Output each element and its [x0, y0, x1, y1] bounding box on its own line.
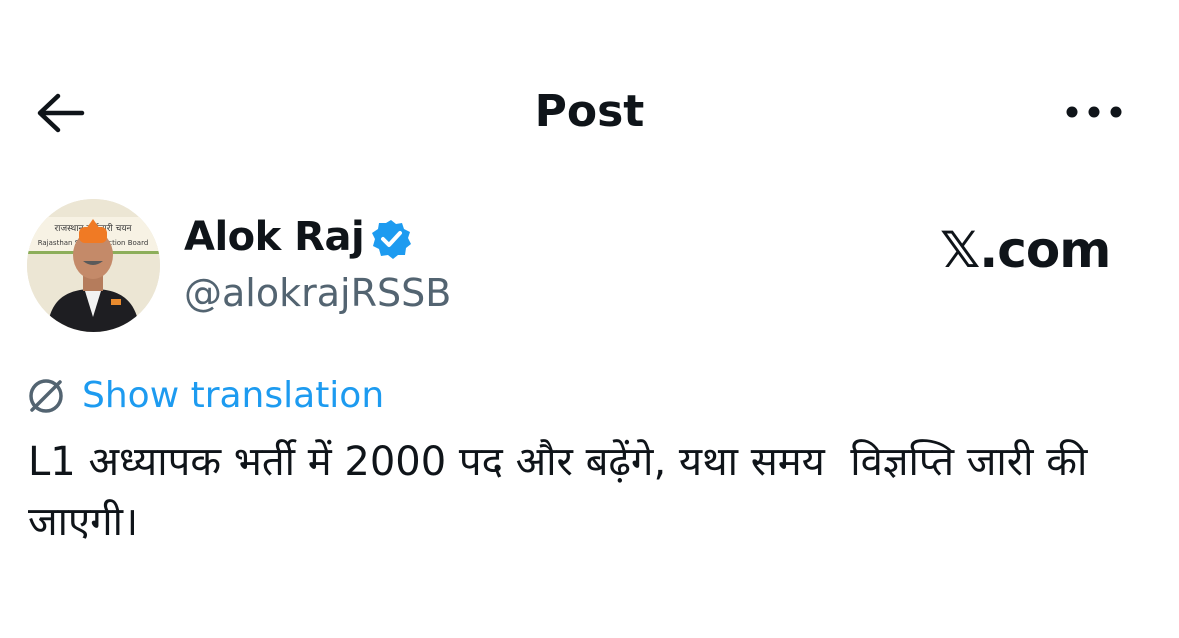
- globe-slash-icon: [24, 374, 68, 418]
- page-title: Post: [534, 86, 645, 137]
- verified-badge-icon: [372, 220, 411, 259]
- avatar[interactable]: राजस्थान कर्मचारी चयन Rajasthan Staff Se…: [27, 199, 160, 332]
- more-options-button[interactable]: [1058, 88, 1130, 136]
- show-translation-button[interactable]: Show translation: [24, 370, 384, 422]
- author-display-name[interactable]: Alok Raj: [184, 210, 365, 264]
- post-body-text: L1 अध्यापक भर्ती में 2000 पद और बढ़ेंगे,…: [28, 439, 1101, 545]
- back-button[interactable]: [28, 85, 92, 141]
- author-handle[interactable]: @alokrajRSSB: [184, 267, 451, 319]
- more-horizontal-icon: [1066, 106, 1122, 118]
- show-translation-label: Show translation: [82, 375, 385, 416]
- top-app-bar: Post: [0, 0, 1179, 200]
- x-com-watermark: 𝕏.com: [940, 221, 1111, 279]
- arrow-left-icon: [37, 93, 85, 133]
- avatar-photo: राजस्थान कर्मचारी चयन Rajasthan Staff Se…: [27, 199, 160, 332]
